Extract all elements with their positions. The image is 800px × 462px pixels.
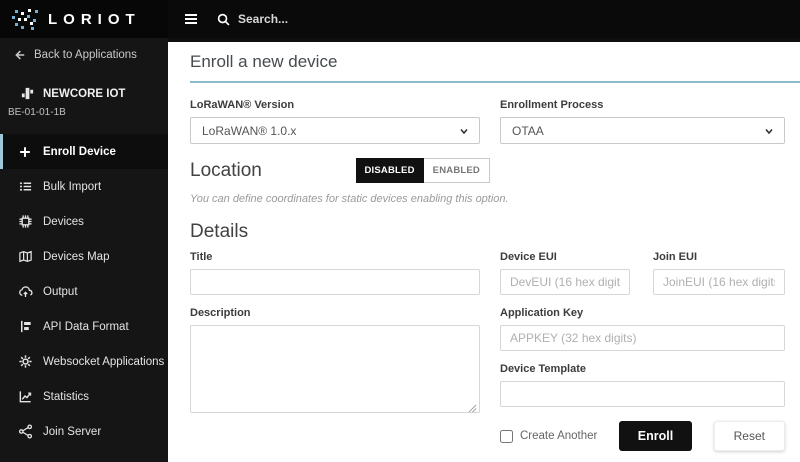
share-nodes-icon [17, 424, 33, 439]
details-left-column: Title Description [190, 251, 480, 451]
join-eui-label: Join EUI [653, 251, 698, 263]
location-heading: Location [190, 159, 262, 181]
sidebar-item-api-data-format[interactable]: API Data Format [0, 309, 168, 344]
device-template-label: Device Template [500, 363, 587, 375]
topbar: LORIOT Search... [0, 0, 800, 38]
details-heading: Details [190, 221, 249, 242]
back-to-applications-label: Back to Applications [34, 49, 137, 61]
application-item[interactable]: NEWCORE IOT [0, 68, 168, 103]
create-another-option[interactable]: Create Another [500, 429, 598, 443]
location-toggle: DISABLED ENABLED [355, 158, 490, 183]
enrollment-process-value: OTAA [512, 123, 544, 138]
application-id: BE-01-01-1B [8, 107, 66, 118]
sidebar: Back to Applications NEWCORE IOT BE-01-0… [0, 38, 168, 462]
lorawan-version-group: LoRaWAN® Version LoRaWAN® 1.0.x [190, 99, 480, 144]
sidebar-item-devices[interactable]: Devices [0, 204, 168, 239]
sidebar-item-bulk-import[interactable]: Bulk Import [0, 169, 168, 204]
arrow-left-icon [12, 48, 26, 62]
enroll-button[interactable]: Enroll [618, 421, 693, 451]
sidebar-item-label: Devices [43, 215, 84, 228]
sidebar-item-label: Bulk Import [43, 180, 102, 193]
application-name: NEWCORE IOT [43, 87, 126, 100]
sidebar-item-output[interactable]: Output [0, 274, 168, 309]
main-content: Enroll a new device LoRaWAN® Version LoR… [168, 38, 800, 462]
title-label: Title [190, 251, 213, 263]
device-template-input[interactable] [500, 381, 785, 407]
eui-row: Device EUI Join EUI [500, 251, 785, 295]
description-group: Description [190, 307, 480, 418]
version-process-row: LoRaWAN® Version LoRaWAN® 1.0.x Enrollme… [190, 99, 800, 144]
enroll-card: Enroll a new device LoRaWAN® Version LoR… [168, 42, 800, 462]
device-eui-group: Device EUI [500, 251, 630, 295]
sidebar-item-label: Enroll Device [43, 145, 116, 158]
sidebar-item-enroll-device[interactable]: Enroll Device [0, 134, 168, 169]
location-enabled-button[interactable]: ENABLED [423, 158, 490, 183]
application-key-input[interactable] [500, 325, 785, 351]
sidebar-item-websocket-applications[interactable]: Websocket Applications [0, 344, 168, 379]
data-format-icon [17, 319, 33, 334]
loriot-logo-text: LORIOT [48, 10, 141, 28]
loriot-logo-icon [10, 6, 40, 32]
list-icon [17, 179, 33, 194]
reset-button[interactable]: Reset [713, 421, 785, 451]
sidebar-item-label: Statistics [43, 390, 90, 403]
sidebar-nav: Enroll Device Bulk Import Devices Device… [0, 134, 168, 449]
application-key-label: Application Key [500, 307, 584, 319]
join-eui-group: Join EUI [653, 251, 785, 295]
sidebar-item-label: Output [43, 285, 78, 298]
sidebar-item-join-server[interactable]: Join Server [0, 414, 168, 449]
location-hint: You can define coordinates for static de… [190, 193, 509, 205]
sidebar-item-label: API Data Format [43, 320, 129, 333]
plus-icon [17, 145, 33, 159]
enrollment-process-group: Enrollment Process OTAA [500, 99, 785, 144]
title-input[interactable] [190, 269, 480, 295]
sidebar-item-devices-map[interactable]: Devices Map [0, 239, 168, 274]
sidebar-item-label: Join Server [43, 425, 102, 438]
page-title: Enroll a new device [190, 52, 338, 71]
details-right-column: Device EUI Join EUI Application Key [500, 251, 785, 451]
loriot-logo[interactable]: LORIOT [0, 0, 168, 38]
chart-icon [17, 389, 33, 404]
location-disabled-button[interactable]: DISABLED [355, 158, 424, 183]
device-eui-input[interactable] [500, 269, 630, 295]
app-window: LORIOT Search... Back to Applications NE… [0, 0, 800, 462]
application-key-group: Application Key [500, 307, 785, 351]
details-form: Title Description Device EUI DevEUI (16 … [190, 251, 800, 451]
lorawan-version-label: LoRaWAN® Version [190, 99, 295, 111]
join-eui-input[interactable] [653, 269, 785, 295]
chevron-down-icon [763, 125, 775, 137]
create-another-label: Create Another [520, 430, 598, 442]
search-input[interactable]: Search... [238, 12, 288, 26]
lorawan-version-select[interactable]: LoRaWAN® 1.0.x [190, 117, 480, 144]
application-icon [20, 86, 35, 101]
description-label: Description [190, 307, 251, 319]
enrollment-process-label: Enrollment Process [500, 99, 604, 111]
back-to-applications-link[interactable]: Back to Applications [0, 38, 168, 68]
device-template-group: Device Template [500, 363, 785, 407]
chip-icon [17, 214, 33, 229]
description-textarea[interactable] [190, 325, 480, 413]
page-header: Enroll a new device [190, 52, 800, 83]
location-section: Location DISABLED ENABLED [190, 158, 490, 183]
device-eui-label: Device EUI [500, 251, 557, 263]
title-group: Title [190, 251, 480, 295]
gear-icon [17, 354, 33, 369]
hamburger-menu-icon[interactable] [182, 11, 200, 27]
sidebar-item-label: Websocket Applications [43, 355, 165, 368]
cloud-upload-icon [17, 284, 33, 299]
search-icon [216, 12, 231, 27]
create-another-checkbox[interactable] [500, 429, 513, 443]
sidebar-item-statistics[interactable]: Statistics [0, 379, 168, 414]
search-bar[interactable]: Search... [216, 12, 288, 27]
chevron-down-icon [458, 125, 470, 137]
map-icon [17, 249, 33, 264]
form-actions: Create Another Enroll Reset [500, 421, 785, 451]
lorawan-version-value: LoRaWAN® 1.0.x [202, 123, 297, 138]
sidebar-item-label: Devices Map [43, 250, 110, 263]
enrollment-process-select[interactable]: OTAA [500, 117, 785, 144]
